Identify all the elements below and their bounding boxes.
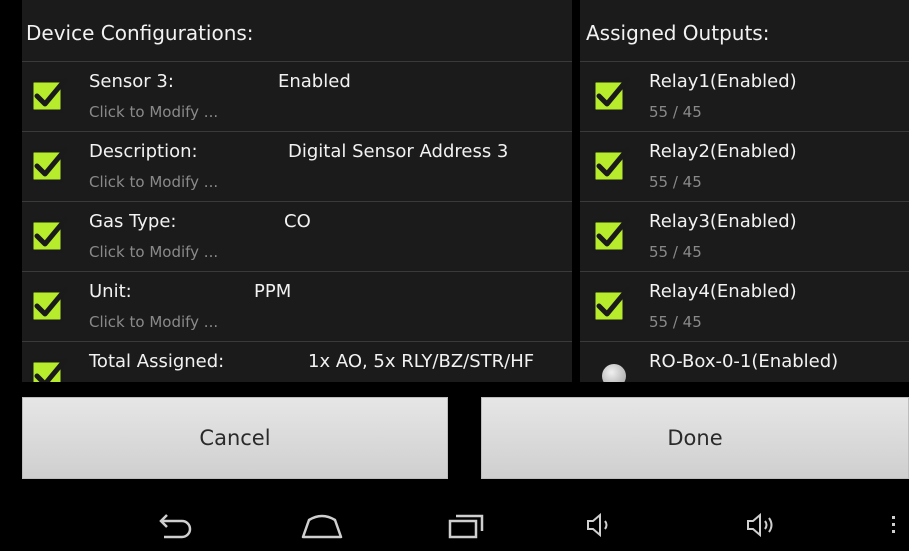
checkbox-checked-icon[interactable] (30, 76, 68, 114)
checkbox-checked-icon[interactable] (592, 146, 630, 184)
output-label: Relay3(Enabled) (649, 211, 797, 232)
config-row-unit[interactable]: Unit: PPM Click to Modify ... (22, 272, 572, 342)
checkbox-checked-icon[interactable] (592, 76, 630, 114)
volume-up-icon[interactable] (744, 508, 780, 542)
recent-apps-icon[interactable] (447, 508, 487, 542)
checkbox-checked-icon[interactable] (592, 286, 630, 324)
checkbox-checked-icon[interactable] (30, 286, 68, 324)
config-value: 1x AO, 5x RLY/BZ/STR/HF (308, 351, 535, 372)
config-value: Digital Sensor Address 3 (288, 141, 509, 162)
config-hint: Click to Modify ... (89, 313, 219, 331)
output-label: Relay4(Enabled) (649, 281, 797, 302)
assigned-outputs-panel: Assigned Outputs: Relay1(Enabled) 55 / 4… (580, 0, 909, 382)
device-configurations-panel: Device Configurations: Sensor 3: Enabled… (22, 0, 572, 382)
checkbox-checked-icon[interactable] (30, 146, 68, 184)
back-icon[interactable] (154, 508, 196, 542)
output-label: Relay1(Enabled) (649, 71, 797, 92)
output-row-relay3[interactable]: Relay3(Enabled) 55 / 45 (580, 202, 909, 272)
system-navigation-bar (0, 498, 909, 551)
home-icon[interactable] (300, 508, 344, 542)
output-row-ro-box[interactable]: RO-Box-0-1(Enabled) (580, 342, 909, 382)
config-hint: Click to Modify ... (89, 103, 219, 121)
output-row-relay1[interactable]: Relay1(Enabled) 55 / 45 (580, 62, 909, 132)
config-row-description[interactable]: Description: Digital Sensor Address 3 Cl… (22, 132, 572, 202)
config-row-sensor[interactable]: Sensor 3: Enabled Click to Modify ... (22, 62, 572, 132)
overflow-menu-icon[interactable] (888, 508, 900, 542)
config-label: Gas Type: (89, 211, 177, 232)
done-button[interactable]: Done (481, 397, 909, 479)
output-label: RO-Box-0-1(Enabled) (649, 351, 839, 372)
config-row-gas-type[interactable]: Gas Type: CO Click to Modify ... (22, 202, 572, 272)
config-row-total-assigned[interactable]: Total Assigned: 1x AO, 5x RLY/BZ/STR/HF (22, 342, 572, 382)
output-row-relay2[interactable]: Relay2(Enabled) 55 / 45 (580, 132, 909, 202)
config-hint: Click to Modify ... (89, 173, 219, 191)
volume-down-icon[interactable] (584, 508, 614, 542)
config-value: Enabled (278, 71, 351, 92)
output-row-relay4[interactable]: Relay4(Enabled) 55 / 45 (580, 272, 909, 342)
config-hint: Click to Modify ... (89, 243, 219, 261)
assigned-outputs-title: Assigned Outputs: (580, 0, 909, 62)
config-value: CO (284, 211, 311, 232)
checkbox-checked-icon[interactable] (30, 356, 68, 382)
output-values: 55 / 45 (649, 103, 702, 121)
output-label: Relay2(Enabled) (649, 141, 797, 162)
device-configurations-title: Device Configurations: (22, 0, 572, 62)
radio-selected-icon[interactable] (602, 364, 626, 382)
checkbox-checked-icon[interactable] (30, 216, 68, 254)
config-label: Unit: (89, 281, 132, 302)
config-label: Description: (89, 141, 198, 162)
output-values: 55 / 45 (649, 313, 702, 331)
config-value: PPM (254, 281, 292, 302)
output-values: 55 / 45 (649, 173, 702, 191)
checkbox-checked-icon[interactable] (592, 216, 630, 254)
config-label: Sensor 3: (89, 71, 174, 92)
cancel-button[interactable]: Cancel (22, 397, 448, 479)
output-values: 55 / 45 (649, 243, 702, 261)
config-label: Total Assigned: (89, 351, 225, 372)
